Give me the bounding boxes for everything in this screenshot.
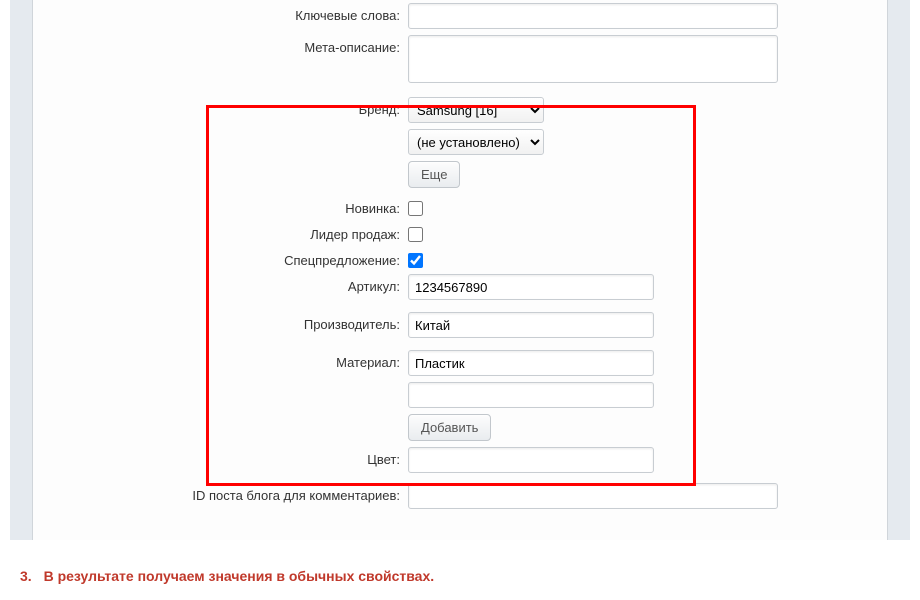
sku-input[interactable] xyxy=(408,274,654,300)
blog-post-id-input[interactable] xyxy=(408,483,778,509)
label-material: Материал: xyxy=(33,350,408,370)
label-keywords: Ключевые слова: xyxy=(33,3,408,23)
manufacturer-input[interactable] xyxy=(408,312,654,338)
row-brand: Бренд: Samsung [16] (не установлено) Еще xyxy=(33,97,887,188)
brand-select[interactable]: Samsung [16] xyxy=(408,97,544,123)
label-sku: Артикул: xyxy=(33,274,408,294)
row-bestseller: Лидер продаж: xyxy=(33,222,887,242)
row-blog-post-id: ID поста блога для комментариев: xyxy=(33,483,887,509)
label-meta-description: Мета-описание: xyxy=(33,35,408,55)
row-meta-description: Мета-описание: xyxy=(33,35,887,83)
footnote-text: В результате получаем значения в обычных… xyxy=(44,568,435,584)
material-input[interactable] xyxy=(408,350,654,376)
new-product-checkbox[interactable] xyxy=(408,201,423,216)
row-keywords: Ключевые слова: xyxy=(33,3,887,29)
more-button[interactable]: Еще xyxy=(408,161,460,188)
row-manufacturer: Производитель: xyxy=(33,312,887,338)
footnote: 3. В результате получаем значения в обыч… xyxy=(20,568,434,584)
label-blog-post-id: ID поста блога для комментариев: xyxy=(33,483,408,503)
row-sku: Артикул: xyxy=(33,274,887,300)
label-new-product: Новинка: xyxy=(33,196,408,216)
label-brand: Бренд: xyxy=(33,97,408,117)
brand-select-extra[interactable]: (не установлено) xyxy=(408,129,544,155)
label-special-offer: Спецпредложение: xyxy=(33,248,408,268)
form-rows: Ключевые слова: Мета-описание: Бренд: Sa… xyxy=(33,0,887,509)
bestseller-checkbox[interactable] xyxy=(408,227,423,242)
add-button[interactable]: Добавить xyxy=(408,414,491,441)
footnote-number: 3. xyxy=(20,568,32,584)
form-panel: Ключевые слова: Мета-описание: Бренд: Sa… xyxy=(32,0,888,540)
material-extra-input[interactable] xyxy=(408,382,654,408)
row-color: Цвет: xyxy=(33,447,887,473)
special-offer-checkbox[interactable] xyxy=(408,253,423,268)
label-manufacturer: Производитель: xyxy=(33,312,408,332)
color-input[interactable] xyxy=(408,447,654,473)
keywords-input[interactable] xyxy=(408,3,778,29)
meta-description-input[interactable] xyxy=(408,35,778,83)
label-color: Цвет: xyxy=(33,447,408,467)
row-new-product: Новинка: xyxy=(33,196,887,216)
row-material: Материал: Добавить xyxy=(33,350,887,441)
label-bestseller: Лидер продаж: xyxy=(33,222,408,242)
row-special-offer: Спецпредложение: xyxy=(33,248,887,268)
